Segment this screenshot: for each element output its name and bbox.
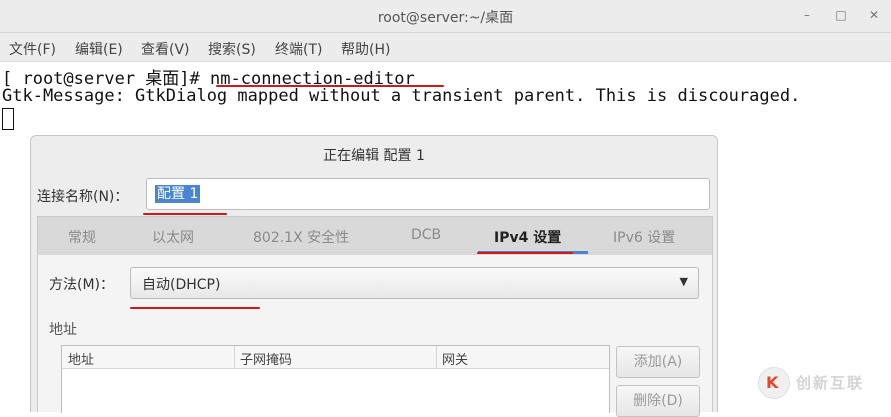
terminal-message: Gtk-Message: GtkDialog mapped without a … <box>2 86 801 106</box>
method-value: 自动(DHCP) <box>142 277 221 293</box>
method-label: 方法(M)： <box>49 277 115 293</box>
minimize-icon[interactable]: – <box>798 6 816 24</box>
address-table-header: 地址 子网掩码 网关 <box>62 346 609 369</box>
tab-bar: 常规 以太网 802.1X 安全性 DCB IPv4 设置 IPv6 设置 <box>37 216 713 256</box>
close-icon[interactable]: ✕ <box>865 6 883 24</box>
method-dropdown[interactable]: 自动(DHCP) ▼ <box>130 267 699 299</box>
annotation-underline-method <box>130 307 260 309</box>
watermark-logo: K 创新互联 <box>758 366 888 400</box>
watermark-text: 创新互联 <box>796 374 865 392</box>
menu-search[interactable]: 搜索(S) <box>208 39 256 59</box>
annotation-underline-tab <box>477 252 573 254</box>
column-separator <box>234 346 235 368</box>
dropdown-arrow-icon: ▼ <box>679 275 688 288</box>
tab-ipv6[interactable]: IPv6 设置 <box>613 227 675 247</box>
window-titlebar: root@server:~/桌面 – □ ✕ <box>0 0 891 33</box>
maximize-icon[interactable]: □ <box>832 6 850 24</box>
menu-terminal[interactable]: 终端(T) <box>275 39 322 59</box>
address-table[interactable]: 地址 子网掩码 网关 <box>61 345 610 413</box>
tab-general[interactable]: 常规 <box>68 227 96 247</box>
menu-help[interactable]: 帮助(H) <box>341 39 390 59</box>
column-netmask[interactable]: 子网掩码 <box>240 349 292 368</box>
delete-address-button[interactable]: 删除(D) <box>616 385 700 417</box>
edit-connection-dialog: 正在编辑 配置 1 连接名称(N)： 配置 1 常规 以太网 802.1X 安全… <box>30 135 718 417</box>
connection-name-label: 连接名称(N)： <box>37 189 129 205</box>
logo-icon: K <box>758 367 790 399</box>
dialog-title: 正在编辑 配置 1 <box>323 148 425 164</box>
column-address[interactable]: 地址 <box>68 349 94 368</box>
menubar: 文件(F) 编辑(E) 查看(V) 搜索(S) 终端(T) 帮助(H) <box>0 33 891 62</box>
annotation-underline-name <box>143 213 227 215</box>
connection-name-value: 配置 1 <box>155 185 201 203</box>
tab-ipv4[interactable]: IPv4 设置 <box>494 227 561 247</box>
add-address-button[interactable]: 添加(A) <box>616 346 700 378</box>
tab-dcb[interactable]: DCB <box>411 227 441 243</box>
ipv4-panel: 方法(M)： 自动(DHCP) ▼ 地址 地址 子网掩码 网关 添加(A) 删除… <box>37 255 713 417</box>
menu-view[interactable]: 查看(V) <box>141 39 190 59</box>
tab-8021x[interactable]: 802.1X 安全性 <box>253 227 349 247</box>
address-heading: 地址 <box>49 322 77 338</box>
connection-name-input[interactable]: 配置 1 <box>146 178 710 210</box>
window-title: root@server:~/桌面 <box>377 10 514 26</box>
terminal-cursor <box>2 108 14 130</box>
column-gateway[interactable]: 网关 <box>442 349 468 368</box>
menu-file[interactable]: 文件(F) <box>9 39 56 59</box>
tab-ethernet[interactable]: 以太网 <box>152 227 194 247</box>
column-separator <box>436 346 437 368</box>
menu-edit[interactable]: 编辑(E) <box>75 39 123 59</box>
